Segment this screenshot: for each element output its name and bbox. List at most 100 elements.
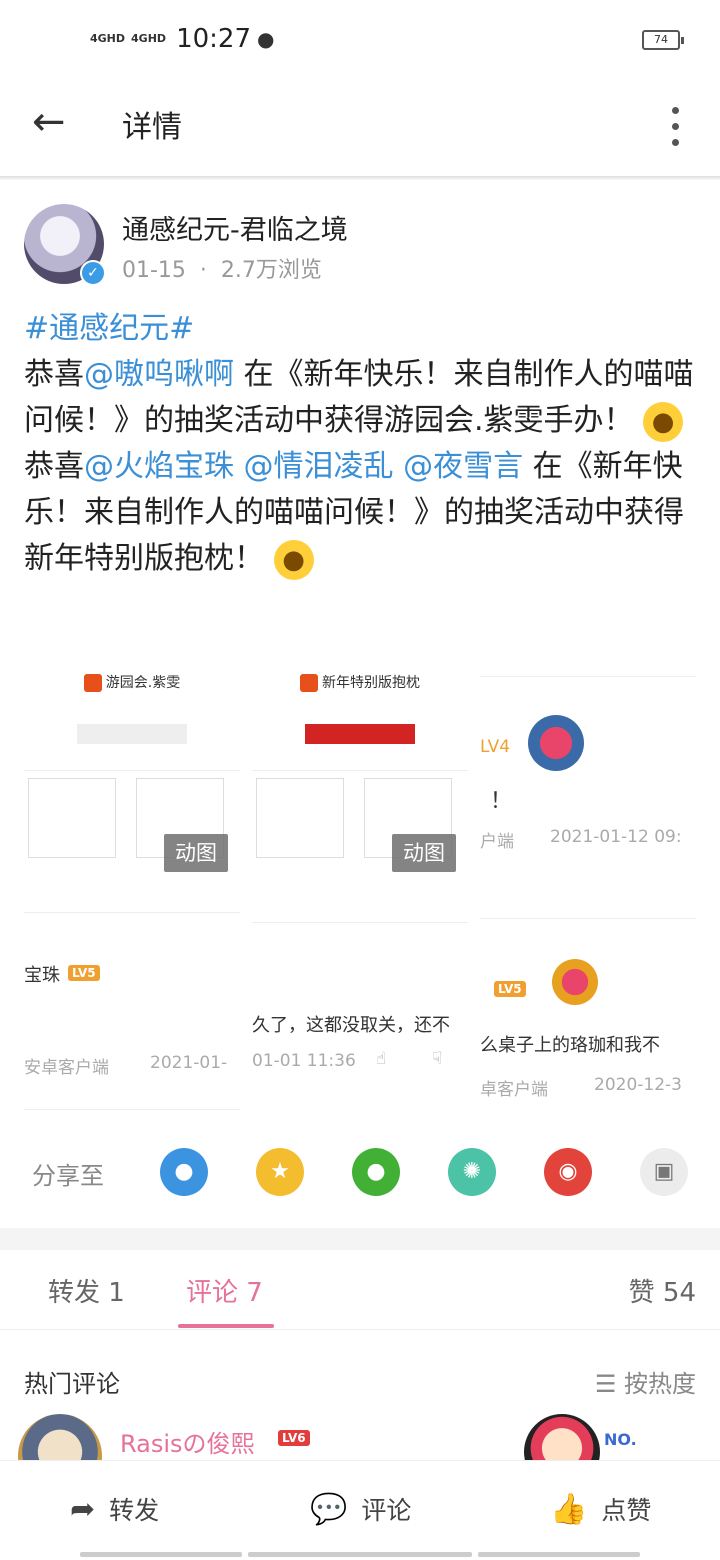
image-title: 新年特别版抱枕 [252, 672, 468, 692]
battery-icon: 74 [642, 30, 684, 50]
shocked-emoji-icon: ● [643, 401, 684, 442]
level-tag: LV5 [494, 981, 526, 997]
image-thumbnail-4[interactable]: 宝珠 LV5 安卓客户端 2021-01- [24, 912, 240, 1110]
comment-bubble-icon: 💬 [310, 1491, 348, 1527]
share-arrow-icon: ➦ [70, 1491, 96, 1527]
ribbon-banner [305, 724, 415, 744]
list-icon: ☰ [594, 1370, 617, 1398]
hashtag-link[interactable]: #通感纪元# [24, 311, 194, 346]
level-tag: LV5 [68, 965, 100, 981]
qq-share-icon[interactable]: ● [160, 1148, 208, 1196]
post-body: #通感纪元# 恭喜@嗷呜啾啊 在《新年快乐！来自制作人的喵喵问候！》的抽奖活动中… [24, 306, 704, 582]
like-button[interactable]: 👍 点赞 [550, 1491, 651, 1527]
medal-icon [528, 715, 584, 771]
image-thumbnail-6[interactable]: LV5 么桌子上的珞珈和我不 卓客户端 2020-12-3 [480, 918, 696, 1110]
meta-dot: · [192, 258, 214, 283]
thumbs-up-icon: 👍 [550, 1491, 588, 1527]
commenter-avatar[interactable] [18, 1414, 102, 1460]
image-title-text: 游园会.紫雯 [105, 675, 181, 691]
comment-time: 2020-12-3 [594, 1075, 682, 1095]
client-label: 户端 [480, 832, 514, 852]
post-paragraph-2: 恭喜@火焰宝珠 @情泪凌乱 @夜雪言 在《新年快乐！来自制作人的喵喵问候！》的抽… [24, 444, 704, 582]
share-label: 分享至 [32, 1162, 104, 1190]
gift-icon [300, 674, 318, 692]
status-bar: 4GHD 4GHD 10:27 ● 74 [0, 0, 720, 80]
image-thumbnail-2[interactable]: 新年特别版抱枕 动图 [252, 660, 468, 880]
panel [256, 778, 344, 858]
home-indicator [478, 1552, 640, 1557]
app-bar-divider [0, 176, 720, 180]
post-date: 01-15 [122, 258, 186, 283]
ribbon-banner [77, 724, 187, 744]
gif-badge: 动图 [164, 834, 228, 872]
mention-link[interactable]: @嗷呜啾啊 [84, 357, 234, 392]
comment-time: 01-01 11:36 [252, 1051, 356, 1071]
grin-emoji-icon: ● [273, 539, 314, 580]
level-tag: LV6 [278, 1430, 310, 1446]
hot-comments-label: 热门评论 [24, 1370, 120, 1398]
signal-icon-2: 4GHD [131, 32, 167, 45]
user-name-snippet: 宝珠 [24, 965, 60, 986]
post-text: 恭喜 [24, 449, 84, 484]
repost-button[interactable]: ➦ 转发 [70, 1491, 159, 1527]
mention-link[interactable]: @火焰宝珠 [84, 449, 234, 484]
image-title-text: 新年特别版抱枕 [322, 675, 420, 691]
sort-label: 按热度 [624, 1370, 696, 1398]
tab-likes[interactable]: 赞 54 [629, 1272, 696, 1309]
tab-comments[interactable]: 评论 7 [186, 1272, 263, 1309]
weibo-share-icon[interactable]: ◉ [544, 1148, 592, 1196]
image-thumbnail-3[interactable]: LV4 ！ 户端 2021-01-12 09: [480, 676, 696, 896]
comment-snippet: ！ [490, 789, 513, 814]
page-title: 详情 [122, 110, 182, 145]
sort-button[interactable]: ☰ 按热度 [595, 1364, 696, 1399]
signal-icon: 4GHD [90, 32, 126, 45]
image-grid: 游园会.紫雯 动图 新年特别版抱枕 动图 LV4 ！ 户端 2021-01-12… [24, 660, 696, 1110]
comment-row[interactable]: Rasisの俊熙 LV6 NO. [0, 1410, 720, 1460]
image-title: 游园会.紫雯 [24, 672, 240, 692]
interaction-tabs: 转发 1 评论 7 赞 54 [0, 1250, 720, 1330]
section-gap [0, 1228, 720, 1250]
author-name[interactable]: 通感纪元-君临之境 [122, 208, 348, 247]
level-tag: LV4 [480, 737, 511, 757]
comment-time: 2021-01- [150, 1053, 228, 1073]
post-paragraph-1: 恭喜@嗷呜啾啊 在《新年快乐！来自制作人的喵喵问候！》的抽奖活动中获得游园会.紫… [24, 352, 704, 444]
qq-notification-icon: ● [257, 27, 275, 51]
post-text: 恭喜 [24, 357, 84, 392]
gift-icon [83, 674, 102, 692]
post-views: 2.7万浏览 [220, 258, 322, 283]
comment-button[interactable]: 💬 评论 [310, 1491, 411, 1527]
app-bar: ← 详情 [0, 80, 720, 176]
comment-snippet: 么桌子上的珞珈和我不 [480, 1035, 660, 1056]
sticker-avatar [524, 1414, 600, 1460]
share-row: 分享至 ● ★ ● ✺ ◉ ▣ [0, 1140, 720, 1206]
back-arrow-icon[interactable]: ← [32, 100, 80, 148]
comment-snippet: 久了，这都没取关，还不 [252, 1015, 450, 1036]
save-image-icon[interactable]: ▣ [640, 1148, 688, 1196]
client-label: 卓客户端 [480, 1080, 548, 1100]
verified-badge-icon: ✓ [80, 260, 106, 286]
home-indicator [80, 1552, 242, 1557]
home-indicator [248, 1552, 472, 1557]
image-thumbnail-1[interactable]: 游园会.紫雯 动图 [24, 660, 240, 880]
moments-share-icon[interactable]: ✺ [448, 1148, 496, 1196]
tab-underline [178, 1324, 274, 1328]
like-label: 点赞 [601, 1496, 652, 1525]
tab-repost[interactable]: 转发 1 [48, 1272, 125, 1309]
like-icon[interactable]: ☝ [376, 1049, 386, 1069]
dislike-icon[interactable]: ☟ [432, 1049, 442, 1069]
divider [24, 770, 240, 771]
mention-link[interactable]: @情泪凌乱 [244, 449, 394, 484]
mention-link[interactable]: @夜雪言 [403, 449, 523, 484]
wechat-share-icon[interactable]: ● [352, 1148, 400, 1196]
sticker-number: NO. [604, 1430, 637, 1449]
qzone-share-icon[interactable]: ★ [256, 1148, 304, 1196]
panel [28, 778, 116, 858]
comment-time: 2021-01-12 09: [550, 827, 682, 847]
commenter-name[interactable]: Rasisの俊熙 [120, 1424, 255, 1459]
gif-badge: 动图 [392, 834, 456, 872]
image-thumbnail-5[interactable]: 久了，这都没取关，还不 01-01 11:36 ☝ ☟ [252, 922, 468, 1110]
client-label: 安卓客户端 [24, 1058, 109, 1078]
more-options-icon[interactable] [660, 102, 690, 150]
divider [252, 770, 468, 771]
post-meta: 01-15 · 2.7万浏览 [122, 252, 322, 284]
